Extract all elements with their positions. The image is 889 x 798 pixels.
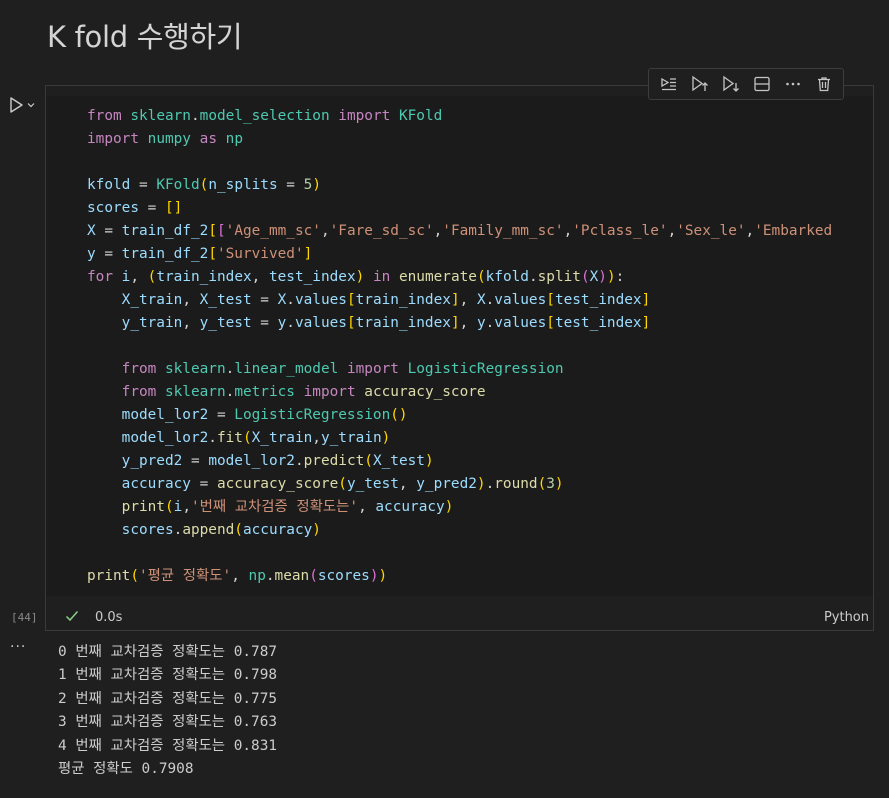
code-line: X_train, X_test = X.values[train_index],…	[121, 292, 651, 308]
output-line: 4 번째 교차검증 정확도는 0.831	[58, 737, 278, 754]
output-line: 2 번째 교차검증 정확도는 0.775	[58, 690, 278, 707]
success-check-icon	[64, 608, 80, 628]
code-line: kfold = KFold(n_splits = 5)	[87, 177, 321, 193]
markdown-heading: K fold 수행하기	[47, 20, 243, 54]
more-icon[interactable]	[780, 72, 806, 96]
execute-above-icon[interactable]	[687, 72, 713, 96]
code-line: import numpy as np	[87, 131, 243, 147]
code-line: accuracy = accuracy_score(y_test, y_pred…	[121, 476, 564, 492]
output-more-icon[interactable]: ···	[10, 639, 26, 655]
cell-toolbar	[648, 68, 844, 100]
output-line: 0 번째 교차검증 정확도는 0.787	[58, 644, 278, 660]
split-cell-icon[interactable]	[749, 72, 775, 96]
output-line: 3 번째 교차검증 정확도는 0.763	[58, 714, 278, 731]
output-line: 1 번째 교차검증 정확도는 0.798	[58, 667, 278, 684]
code-line: from sklearn.metrics import accuracy_sco…	[121, 384, 486, 400]
delete-icon[interactable]	[811, 72, 837, 96]
code-line: y = train_df_2['Survived']	[87, 246, 313, 262]
chevron-down-icon[interactable]	[26, 100, 36, 110]
cell-language-label[interactable]: Python	[824, 610, 869, 625]
execution-count: [44]	[11, 611, 38, 624]
code-line: print('평균 정확도', np.mean(scores))	[87, 568, 388, 584]
execution-time: 0.0s	[95, 610, 123, 625]
code-line: y_pred2 = model_lor2.predict(X_test)	[121, 453, 434, 469]
code-content: from sklearn.model_selection import KFol…	[87, 105, 832, 588]
code-line: from sklearn.linear_model import Logisti…	[121, 361, 564, 377]
run-by-line-icon[interactable]	[656, 72, 682, 96]
code-line: model_lor2.fit(X_train,y_train)	[121, 430, 391, 446]
code-line: scores = []	[87, 200, 183, 216]
code-editor[interactable]: from sklearn.model_selection import KFol…	[46, 96, 873, 596]
output-line: 평균 정확도 0.7908	[58, 761, 194, 778]
code-line: print(i,'번째 교차검증 정확도는', accuracy)	[121, 499, 454, 515]
code-line: from sklearn.model_selection import KFol…	[87, 108, 443, 124]
code-line: X = train_df_2[['Age_mm_sc','Fare_sd_sc'…	[87, 223, 833, 239]
code-line: y_train, y_test = y.values[train_index],…	[121, 315, 651, 331]
code-line: for i, (train_index, test_index) in enum…	[87, 269, 625, 285]
code-line: model_lor2 = LogisticRegression()	[121, 407, 408, 423]
execute-below-icon[interactable]	[718, 72, 744, 96]
code-line: scores.append(accuracy)	[121, 522, 321, 538]
run-cell-control	[8, 96, 36, 114]
cell-output: 0 번째 교차검증 정확도는 0.787 1 번째 교차검증 정확도는 0.79…	[58, 641, 277, 781]
run-cell-icon[interactable]	[8, 96, 24, 114]
